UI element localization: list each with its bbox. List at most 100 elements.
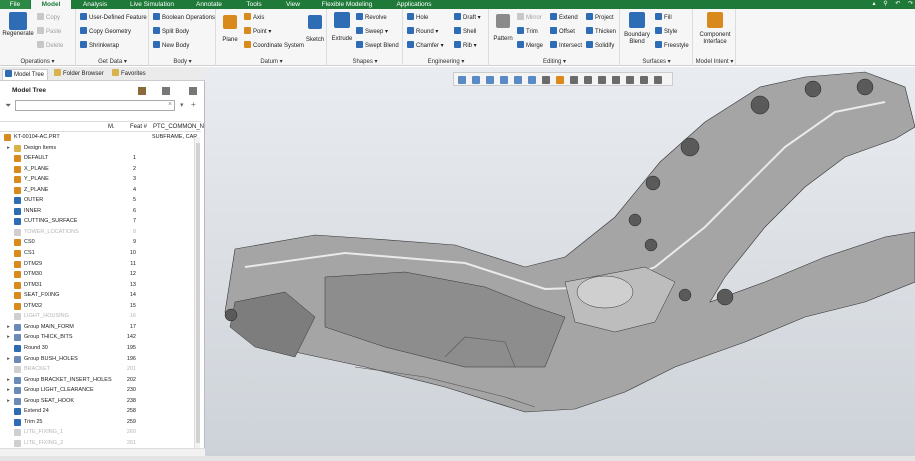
tab-folder-browser[interactable]: Folder Browser: [52, 69, 106, 80]
tab-analysis[interactable]: Analysis: [76, 0, 114, 9]
tree-row[interactable]: Round 30 195: [0, 343, 195, 354]
plane-button[interactable]: Plane: [219, 12, 241, 44]
tree-row[interactable]: Extend 24 258: [0, 406, 195, 417]
intersect-button[interactable]: Intersect: [550, 41, 582, 50]
merge-button[interactable]: Merge: [517, 41, 543, 50]
tree-row[interactable]: LITE_FIXING_1 260: [0, 427, 195, 438]
tree-row[interactable]: CUTTING_SURFACE 7: [0, 216, 195, 227]
tab-file[interactable]: File: [0, 0, 30, 9]
paste-button[interactable]: Paste: [37, 27, 61, 36]
extend-button[interactable]: Extend: [550, 13, 578, 22]
extrude-button[interactable]: Extrude: [331, 12, 353, 43]
expand-icon[interactable]: ▸: [6, 385, 11, 396]
redo-icon[interactable]: ↷: [908, 1, 913, 7]
axis-button[interactable]: Axis: [244, 13, 264, 22]
tree-settings-icon[interactable]: [138, 87, 146, 95]
tree-row[interactable]: ▸ Group BUSH_HOLES 196: [0, 354, 195, 365]
boundary-blend-button[interactable]: Boundary Blend: [623, 12, 651, 46]
freestyle-button[interactable]: Freestyle: [655, 41, 689, 50]
show-menu-icon[interactable]: [162, 87, 170, 95]
filter-dropdown-icon[interactable]: ▾: [180, 101, 184, 109]
shapes-group-label[interactable]: Shapes ▾: [328, 58, 402, 65]
offset-button[interactable]: Offset: [550, 27, 575, 36]
tree-row[interactable]: DTM32 15: [0, 301, 195, 312]
tree-row[interactable]: ▸ Design Items: [0, 143, 195, 154]
copy-geometry-button[interactable]: Copy Geometry: [80, 27, 131, 36]
tree-filter-input[interactable]: [15, 100, 175, 111]
tree-row[interactable]: LIGHT_HOUSING 16: [0, 311, 195, 322]
component-interface-button[interactable]: Component Interface: [696, 12, 734, 46]
tree-vertical-scrollbar[interactable]: [194, 137, 200, 452]
chamfer-button[interactable]: Chamfer ▾: [407, 41, 444, 50]
tree-row[interactable]: DTM29 11: [0, 259, 195, 270]
clear-filter-icon[interactable]: ×: [168, 101, 172, 108]
revolve-button[interactable]: Revolve: [356, 13, 387, 22]
tree-row[interactable]: ▸ Group THICK_BITS 142: [0, 332, 195, 343]
tab-flexible-modeling[interactable]: Flexible Modeling: [318, 0, 376, 9]
draft-button[interactable]: Draft ▾: [454, 13, 481, 22]
tree-row[interactable]: BRACKET 201: [0, 364, 195, 375]
tree-root[interactable]: KT-00104-AC.PRT SUBFRAME, CAR: [0, 132, 197, 143]
shrinkwrap-button[interactable]: Shrinkwrap: [80, 41, 119, 50]
tree-row[interactable]: ▸ Group LIGHT_CLEARANCE 230: [0, 385, 195, 396]
tab-view[interactable]: View: [280, 0, 306, 9]
rib-button[interactable]: Rib ▾: [454, 41, 477, 50]
columns-icon[interactable]: [189, 87, 197, 95]
mirror-button[interactable]: Mirror: [517, 13, 542, 22]
engineering-group-label[interactable]: Engineering ▾: [404, 58, 488, 65]
graphics-window[interactable]: [205, 67, 915, 461]
tree-row[interactable]: ▸ Group MAIN_FORM 17: [0, 322, 195, 333]
sweep-button[interactable]: Sweep ▾: [356, 27, 388, 36]
boolean-operations-button[interactable]: Boolean Operations: [153, 13, 215, 22]
tab-applications[interactable]: Applications: [390, 0, 438, 9]
tree-row[interactable]: DEFAULT 1: [0, 153, 195, 164]
tree-row[interactable]: TOWER_LOCATIONS 8: [0, 227, 195, 238]
tree-scroll-thumb[interactable]: [196, 143, 200, 443]
tree-row[interactable]: ▸ Group BRACKET_INSERT_HOLES 202: [0, 375, 195, 386]
tree-row[interactable]: SEAT_FIXING 14: [0, 290, 195, 301]
undo-icon[interactable]: ↶: [895, 1, 900, 7]
project-button[interactable]: Project: [586, 13, 614, 22]
search-icon[interactable]: ⚲: [883, 1, 887, 7]
style-button[interactable]: Style: [655, 27, 677, 36]
expand-icon[interactable]: ▸: [6, 322, 11, 333]
fill-button[interactable]: Fill: [655, 13, 672, 22]
tree-row[interactable]: OUTER 5: [0, 195, 195, 206]
hole-button[interactable]: Hole: [407, 13, 428, 22]
point-button[interactable]: Point ▾: [244, 27, 271, 36]
copy-button[interactable]: Copy: [37, 13, 60, 22]
tab-annotate[interactable]: Annotate: [190, 0, 228, 9]
coordinate-system-button[interactable]: Coordinate System: [244, 41, 304, 50]
tab-favorites[interactable]: Favorites: [110, 69, 150, 80]
expand-icon[interactable]: ▸: [6, 354, 11, 365]
solidify-button[interactable]: Solidify: [586, 41, 614, 50]
round-button[interactable]: Round ▾: [407, 27, 438, 36]
tab-model-tree[interactable]: Model Tree: [2, 69, 48, 80]
tree-row[interactable]: Z_PLANE 4: [0, 185, 195, 196]
tree-horizontal-scrollbar[interactable]: [0, 448, 205, 456]
tab-tools[interactable]: Tools: [238, 0, 270, 9]
tree-row[interactable]: Trim 25 259: [0, 417, 195, 428]
pattern-button[interactable]: Pattern: [492, 12, 514, 43]
expand-icon[interactable]: ▸: [6, 143, 11, 154]
udf-button[interactable]: User-Defined Feature: [80, 13, 147, 22]
model-intent-group-label[interactable]: Model Intent ▾: [694, 58, 735, 65]
sketch-button[interactable]: Sketch: [304, 12, 326, 44]
shell-button[interactable]: Shell: [454, 27, 476, 36]
trim-button[interactable]: Trim: [517, 27, 538, 36]
column-ptc-common-name[interactable]: PTC_COMMON_N: [153, 124, 204, 130]
tree-row[interactable]: Y_PLANE 3: [0, 174, 195, 185]
tree-row[interactable]: DTM31 13: [0, 280, 195, 291]
datum-group-label[interactable]: Datum ▾: [217, 58, 326, 65]
filter-icon[interactable]: ⏷: [5, 101, 11, 111]
tree-row[interactable]: X_PLANE 2: [0, 164, 195, 175]
expand-icon[interactable]: ▸: [6, 332, 11, 343]
get-data-group-label[interactable]: Get Data ▾: [77, 58, 148, 65]
delete-button[interactable]: Delete: [37, 41, 63, 50]
tree-row[interactable]: ▸ Group SEAT_HOOK 238: [0, 396, 195, 407]
column-m[interactable]: M.: [108, 124, 115, 130]
expand-icon[interactable]: ▸: [6, 396, 11, 407]
swept-blend-button[interactable]: Swept Blend: [356, 41, 399, 50]
regenerate-button[interactable]: Regenerate: [2, 12, 34, 38]
tab-model[interactable]: Model: [31, 0, 71, 9]
